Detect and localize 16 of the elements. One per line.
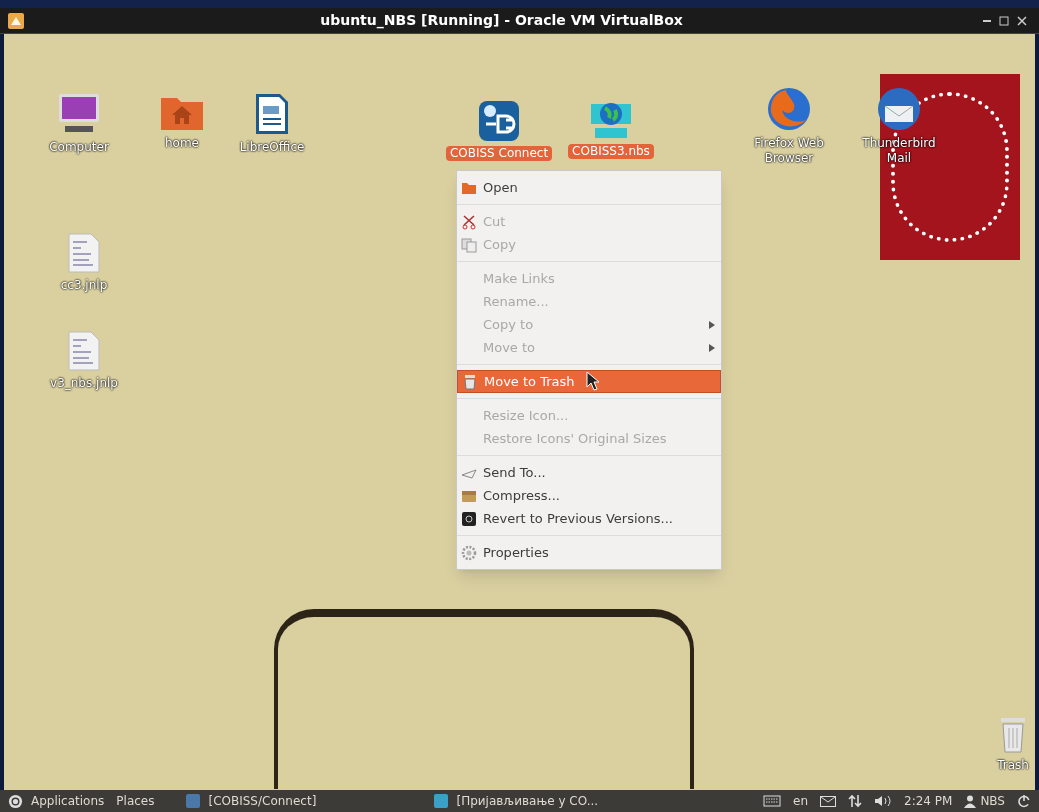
desktop-icon-label[interactable]: COBISS Connect <box>445 146 553 161</box>
keyboard-layout[interactable]: en <box>793 792 808 810</box>
menu-item[interactable]: Revert to Previous Versions... <box>457 507 721 530</box>
panel-menu[interactable]: Applications <box>31 792 105 810</box>
user-menu[interactable]: NBS <box>964 792 1005 810</box>
panel-menu[interactable]: Places <box>116 792 155 810</box>
window-title: ubuntu_NBS [Running] - Oracle VM VirtualBox <box>319 11 684 31</box>
clock[interactable]: 2:24 PM <box>904 792 953 810</box>
menu-item[interactable]: Open <box>457 176 721 199</box>
taskbar-task[interactable]: [COBISS/Connect] <box>186 792 407 810</box>
menu-item[interactable]: Send To... <box>457 461 721 484</box>
menu-item[interactable]: Properties <box>457 541 721 564</box>
menu-item[interactable]: Move to Trash <box>457 370 721 393</box>
menu-item[interactable]: Compress... <box>457 484 721 507</box>
desktop-icon-label[interactable]: COBISS3.nbs <box>568 144 654 159</box>
taskbar-task[interactable]: [Пријављивање у CO... <box>434 792 655 810</box>
